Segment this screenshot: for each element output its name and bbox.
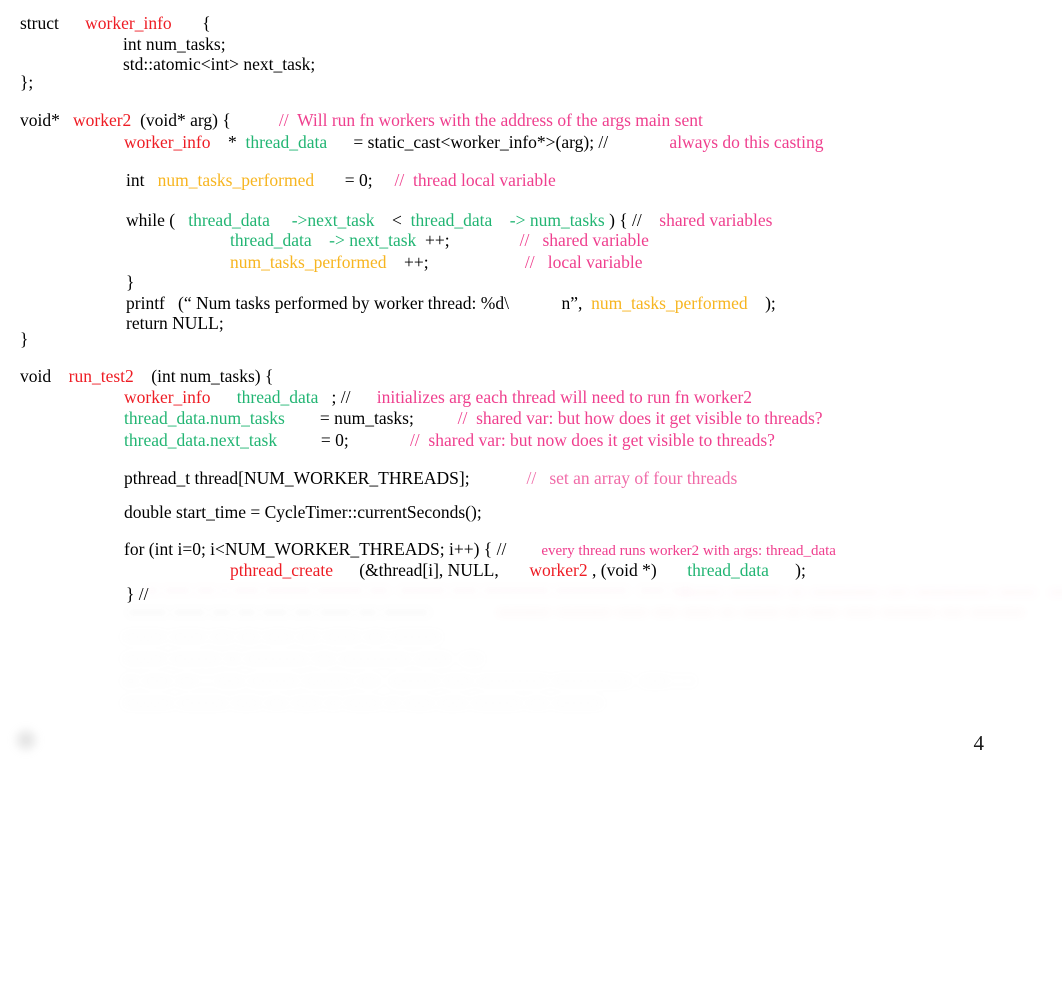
type-worker-info: worker_info (124, 387, 211, 407)
var-thread-data: thread_data (188, 210, 270, 230)
comment-slashes: // (519, 230, 530, 250)
var-thread-data: thread_data (230, 230, 312, 250)
op-increment: ++; (425, 230, 450, 250)
code-line-static-cast: worker_info * thread_data = static_cast<… (124, 132, 824, 152)
code-line-assign-next-task: thread_data.next_task = 0; // shared var… (124, 430, 775, 450)
var-thread-data: thread_data (410, 210, 493, 230)
assign-num-tasks-rhs: = num_tasks; (319, 408, 414, 428)
comment-shared-var-now-visible: shared var: but now does it get visible … (428, 430, 775, 450)
arrow-op: -> (291, 210, 308, 230)
field-thread-data-num-tasks: thread_data.num_tasks (124, 408, 285, 428)
brace-open: { (202, 13, 211, 33)
code-line-start-time: double start_time = CycleTimer::currentS… (124, 502, 482, 522)
pointer-star: * (228, 132, 237, 152)
fn-printf: printf (126, 293, 165, 313)
type-worker-info-ptr: worker_info (124, 132, 211, 152)
field-thread-data-next-task: thread_data.next_task (124, 430, 278, 450)
comment-slashes: // (409, 430, 420, 450)
comment-slashes: // (526, 468, 537, 488)
fn-name-run-test2: run_test2 (68, 366, 134, 386)
pthread-array-declaration: pthread_t thread[NUM_WORKER_THREADS]; (124, 468, 470, 488)
comment-every-thread-runs-worker2: every thread runs worker2 with args: thr… (541, 543, 836, 559)
field-num-tasks: num_tasks (529, 210, 605, 230)
code-line-increment-local-counter: num_tasks_performed ++; // local variabl… (230, 252, 643, 272)
code-line-next-task-field: std::atomic<int> next_task; (123, 54, 316, 74)
code-line-struct-decl: struct worker_info { (20, 13, 211, 33)
for-statement: for (int i=0; i<NUM_WORKER_THREADS; i++)… (124, 539, 507, 559)
code-line-struct-close: }; (20, 72, 34, 92)
type-worker-info: worker_info (85, 13, 172, 33)
code-line-for-close: } // (126, 584, 149, 604)
code-line-for-loop: for (int i=0; i<NUM_WORKER_THREADS; i++)… (124, 539, 836, 559)
comment-always-cast: always do this casting (669, 132, 824, 152)
code-line-pthread-create: pthread_create (&thread[i], NULL, worker… (230, 560, 806, 580)
code-line-while-close: } (126, 272, 135, 292)
comment-shared-var-how-visible: shared var: but how does it get visible … (476, 408, 823, 428)
code-line-num-tasks-field: int num_tasks; (123, 34, 226, 54)
fn-params: (void* arg) { (140, 110, 231, 130)
return-type-voidstar: void* (20, 110, 60, 130)
comment-local-variable: local variable (547, 252, 643, 272)
while-close-brace: ) { // (609, 210, 642, 230)
return-type-void: void (20, 366, 52, 386)
pthread-create-args-close: ); (795, 560, 806, 580)
keyword-struct: struct (20, 13, 59, 33)
field-next-task: next_task (307, 210, 375, 230)
code-line-thread-array-decl: pthread_t thread[NUM_WORKER_THREADS]; //… (124, 468, 738, 488)
arg-fn-worker2: worker2 (529, 560, 588, 580)
comment-slashes: // (524, 252, 535, 272)
cast-expression: = static_cast<worker_info*>(arg); // (353, 132, 609, 152)
var-thread-data: thread_data (236, 387, 319, 407)
comment-slashes: // (278, 110, 289, 130)
code-listing: struct worker_info { int num_tasks; std:… (0, 0, 1062, 982)
op-less-than: < (392, 210, 402, 230)
code-line-worker2-close: } (20, 329, 29, 349)
code-line-local-counter-decl: int num_tasks_performed = 0; // thread l… (126, 170, 556, 190)
assign-next-task-rhs: = 0; (320, 430, 349, 450)
field-next-task: next_task (349, 230, 417, 250)
arg-thread-data: thread_data (687, 560, 769, 580)
fn-params: (int num_tasks) { (151, 366, 274, 386)
var-num-tasks-performed: num_tasks_performed (230, 252, 387, 272)
printf-format-string: (“ Num tasks performed by worker thread:… (178, 293, 509, 313)
op-increment: ++; (404, 252, 429, 272)
comment-thread-local: thread local variable (412, 170, 556, 190)
fn-pthread-create: pthread_create (230, 560, 333, 580)
comment-shared-variable: shared variable (542, 230, 649, 250)
comment-slashes: // (394, 170, 405, 190)
var-num-tasks-performed: num_tasks_performed (157, 170, 315, 190)
slide-canvas: struct worker_info { int num_tasks; std:… (0, 0, 1062, 982)
pthread-create-args-mid: , (void *) (592, 560, 657, 580)
comment-four-threads: set an array of four threads (549, 468, 738, 488)
comment-initializes-arg: initializes arg each thread will need to… (376, 387, 753, 407)
code-line-run-test2-signature: void run_test2 (int num_tasks) { (20, 366, 274, 386)
var-thread-data: thread_data (245, 132, 328, 152)
pthread-create-args-head: (&thread[i], NULL, (359, 560, 499, 580)
comment-slashes: // (457, 408, 468, 428)
code-line-increment-next-task: thread_data -> next_task ++; // shared v… (230, 230, 649, 250)
code-line-return-null: return NULL; (126, 313, 224, 333)
decl-terminator: ; // (331, 387, 351, 407)
assign-zero: = 0; (344, 170, 373, 190)
comment-worker2-purpose: Will run fn workers with the address of … (297, 110, 703, 130)
page-number: 4 (973, 731, 985, 755)
code-line-while-condition: while ( thread_data ->next_task < thread… (126, 210, 773, 230)
keyword-int: int (126, 170, 145, 190)
var-num-tasks-performed: num_tasks_performed (591, 293, 748, 313)
printf-close: ); (765, 293, 776, 313)
code-line-assign-num-tasks: thread_data.num_tasks = num_tasks; // sh… (124, 408, 823, 428)
code-line-worker2-signature: void* worker2 (void* arg) { // Will run … (20, 110, 703, 130)
arrow-op: -> (329, 230, 345, 250)
code-line-thread-data-decl: worker_info thread_data ; // initializes… (124, 387, 753, 407)
arrow-op: -> (509, 210, 526, 230)
comment-shared-variables: shared variables (659, 210, 773, 230)
code-line-printf: printf (“ Num tasks performed by worker … (126, 293, 776, 313)
fn-name-worker2: worker2 (73, 110, 132, 130)
keyword-while: while ( (126, 210, 176, 230)
printf-format-tail: n”, (561, 293, 583, 313)
